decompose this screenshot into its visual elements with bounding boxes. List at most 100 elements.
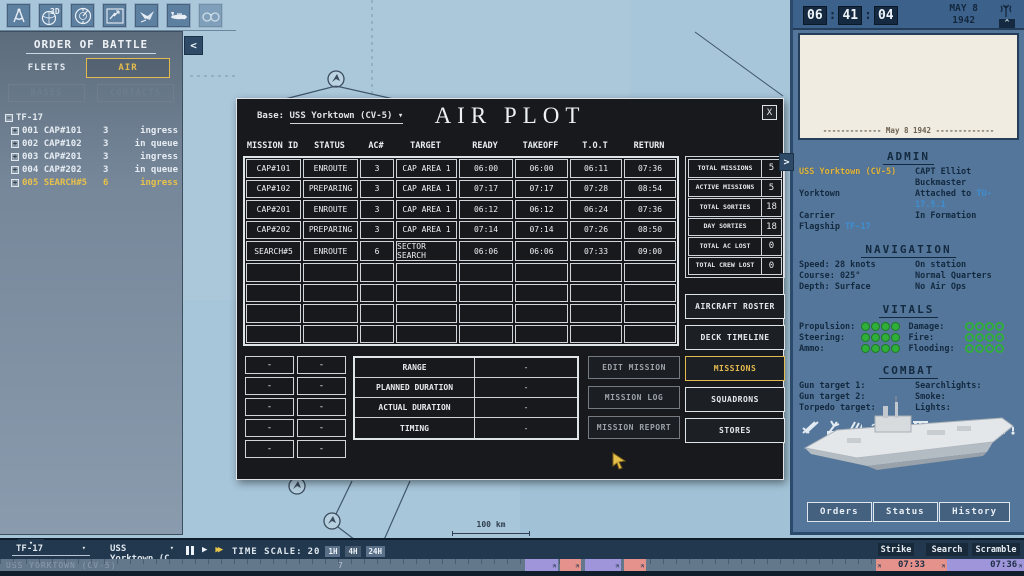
drafting-compass-icon[interactable] — [6, 3, 31, 28]
mission-row[interactable]: CAP#202PREPARING3CAP AREA 107:1407:1407:… — [246, 221, 676, 240]
speed: Speed: 28 knots — [799, 260, 915, 271]
tree-row-cap102[interactable]: + 002 CAP#102 3 in queue — [0, 137, 182, 150]
air-group-marker[interactable] — [324, 513, 340, 529]
deck-timeline-button[interactable]: DECK TIMELINE — [685, 325, 785, 350]
aircraft-roster-button[interactable]: AIRCRAFT ROSTER — [685, 294, 785, 319]
empty-mission-row[interactable] — [246, 284, 676, 303]
total-label: DAY SORTIES — [689, 219, 761, 236]
tactical-map-icon[interactable] — [102, 3, 127, 28]
expand-node-icon[interactable]: + — [11, 179, 19, 187]
air-group-marker[interactable] — [289, 478, 305, 494]
aircraft-profile-icon[interactable] — [166, 3, 191, 28]
total-label: TOTAL CREW LOST — [689, 258, 761, 275]
tree-row-cap101[interactable]: + 001 CAP#101 3 ingress — [0, 124, 182, 137]
flagship: Flagship TF-17 — [799, 222, 915, 233]
mission-report-button[interactable]: MISSION REPORT — [588, 416, 680, 439]
close-icon[interactable]: X — [762, 105, 777, 120]
row-count: 3 — [103, 139, 123, 149]
globe-3d-icon[interactable]: 3D — [38, 3, 63, 28]
vital-pip — [861, 344, 870, 353]
expand-node-icon[interactable]: + — [11, 166, 19, 174]
tree-group-label: TF-17 — [16, 113, 43, 123]
col-header: TARGET — [395, 141, 456, 151]
strike-button[interactable]: Strike — [878, 543, 914, 556]
timeline-segment[interactable]: ✈ — [525, 559, 558, 571]
svg-text:3D: 3D — [50, 7, 60, 16]
mission-row[interactable]: CAP#101ENROUTE3CAP AREA 106:0006:0006:11… — [246, 159, 676, 178]
scale-4h-button[interactable]: 4H — [345, 546, 360, 557]
vital-pip — [881, 344, 890, 353]
expand-node-icon[interactable]: + — [11, 140, 19, 148]
log-date-divider: ------------- May 8 1942 ------------- — [800, 126, 1017, 135]
timeline-segment[interactable]: ✈ — [624, 559, 646, 571]
pause-button[interactable] — [186, 546, 194, 555]
mission-row[interactable]: CAP#102PREPARING3CAP AREA 107:1707:1707:… — [246, 180, 676, 199]
play-button[interactable]: ▶ — [202, 545, 207, 555]
tree-row-cap202[interactable]: + 004 CAP#202 3 in queue — [0, 163, 182, 176]
orders-button[interactable]: Orders — [807, 502, 872, 522]
ship-3d-view[interactable] — [797, 390, 1023, 482]
scramble-button[interactable]: Scramble — [972, 543, 1020, 556]
squadrons-button[interactable]: SQUADRONS — [685, 387, 785, 412]
vitals-info: Propulsion: Steering: Ammo: Damage: Fire… — [793, 318, 1024, 354]
selection-mini-table: -- -- -- -- -- — [245, 356, 346, 461]
vital-label: Flooding: — [909, 344, 965, 354]
tree-row-search5[interactable]: + 005 SEARCH#5 6 ingress — [0, 176, 182, 189]
timeline-event[interactable]: 07:36✈ — [947, 559, 1024, 571]
tab-bases[interactable]: BASES — [8, 84, 85, 102]
mission-detail-fields: RANGE- PLANNED DURATION- ACTUAL DURATION… — [353, 356, 579, 440]
scale-24h-button[interactable]: 24H — [366, 546, 386, 557]
mission-table: CAP#101ENROUTE3CAP AREA 106:0006:0006:11… — [243, 156, 679, 346]
stores-button[interactable]: STORES — [685, 418, 785, 443]
section-admin: ADMIN — [793, 145, 1024, 165]
missions-button[interactable]: MISSIONS — [685, 356, 785, 381]
tree-group-tf17[interactable]: − TF-17 — [0, 112, 182, 124]
fleet-select[interactable]: TF-17▾ — [12, 544, 90, 556]
clock-seconds: 04 — [874, 6, 898, 25]
total-label: TOTAL MISSIONS — [689, 160, 761, 177]
binoculars-icon[interactable] — [198, 3, 223, 28]
vital-label: Steering: — [799, 333, 861, 343]
flight-ops-timeline[interactable]: USS YORKTOWN (CV-5) 7 ✈ ✈ ✈ ✈ ✈07:33✈ 07… — [0, 559, 1024, 571]
timeline-event[interactable]: ✈07:33✈ — [876, 559, 947, 571]
air-ops-icon[interactable] — [134, 3, 159, 28]
status-button[interactable]: Status — [873, 502, 938, 522]
collapse-panel-button[interactable]: < — [184, 36, 203, 55]
timeline-segment[interactable]: ✈ — [585, 559, 621, 571]
mission-row[interactable]: SEARCH#5ENROUTE6SECTOR SEARCH06:0606:060… — [246, 241, 676, 261]
mission-row[interactable]: CAP#201ENROUTE3CAP AREA 106:1206:1206:24… — [246, 200, 676, 219]
table-header: MISSION ID STATUS AC# TARGET READY TAKEO… — [245, 141, 677, 151]
empty-mission-row[interactable] — [246, 263, 676, 282]
task-force-link[interactable]: TF-17 — [845, 222, 871, 232]
timeline-segment[interactable]: ✈ — [560, 559, 581, 571]
row-status: in queue — [123, 139, 182, 149]
scale-1h-button[interactable]: 1H — [325, 546, 340, 557]
message-log[interactable]: ------------- May 8 1942 ------------- — [798, 33, 1019, 140]
tab-air[interactable]: AIR — [86, 58, 170, 78]
tab-fleets[interactable]: FLEETS — [8, 63, 86, 73]
air-group-marker[interactable] — [328, 71, 344, 87]
edit-mission-button[interactable]: EDIT MISSION — [588, 356, 680, 379]
chevron-up-icon[interactable]: ^ — [999, 19, 1015, 28]
radar-icon[interactable] — [70, 3, 95, 28]
clock-bar: 06:41:04 MAY 8 1942 ^ — [793, 0, 1024, 30]
vital-label: Ammo: — [799, 344, 861, 354]
history-button[interactable]: History — [939, 502, 1010, 522]
tab-contacts[interactable]: CONTACTS — [97, 84, 174, 102]
fast-forward-button[interactable]: ▶▶ — [215, 545, 220, 555]
empty-mission-row[interactable] — [246, 325, 676, 344]
search-button[interactable]: Search — [926, 543, 968, 556]
empty-mission-row[interactable] — [246, 304, 676, 323]
vital-pip — [975, 333, 984, 342]
course: Course: 025° — [799, 271, 915, 282]
expand-node-icon[interactable]: + — [11, 127, 19, 135]
expand-panel-button[interactable]: > — [779, 153, 794, 171]
ship-name[interactable]: USS Yorktown (CV-5) — [799, 167, 915, 189]
expand-node-icon[interactable]: + — [11, 153, 19, 161]
row-name: SEARCH#5 — [44, 178, 87, 188]
mission-log-button[interactable]: MISSION LOG — [588, 386, 680, 409]
game-date: MAY 8 1942 — [949, 3, 978, 27]
collapse-node-icon[interactable]: − — [5, 114, 13, 122]
tree-row-cap201[interactable]: + 003 CAP#201 3 ingress — [0, 150, 182, 163]
row-name: CAP#202 — [44, 165, 82, 175]
